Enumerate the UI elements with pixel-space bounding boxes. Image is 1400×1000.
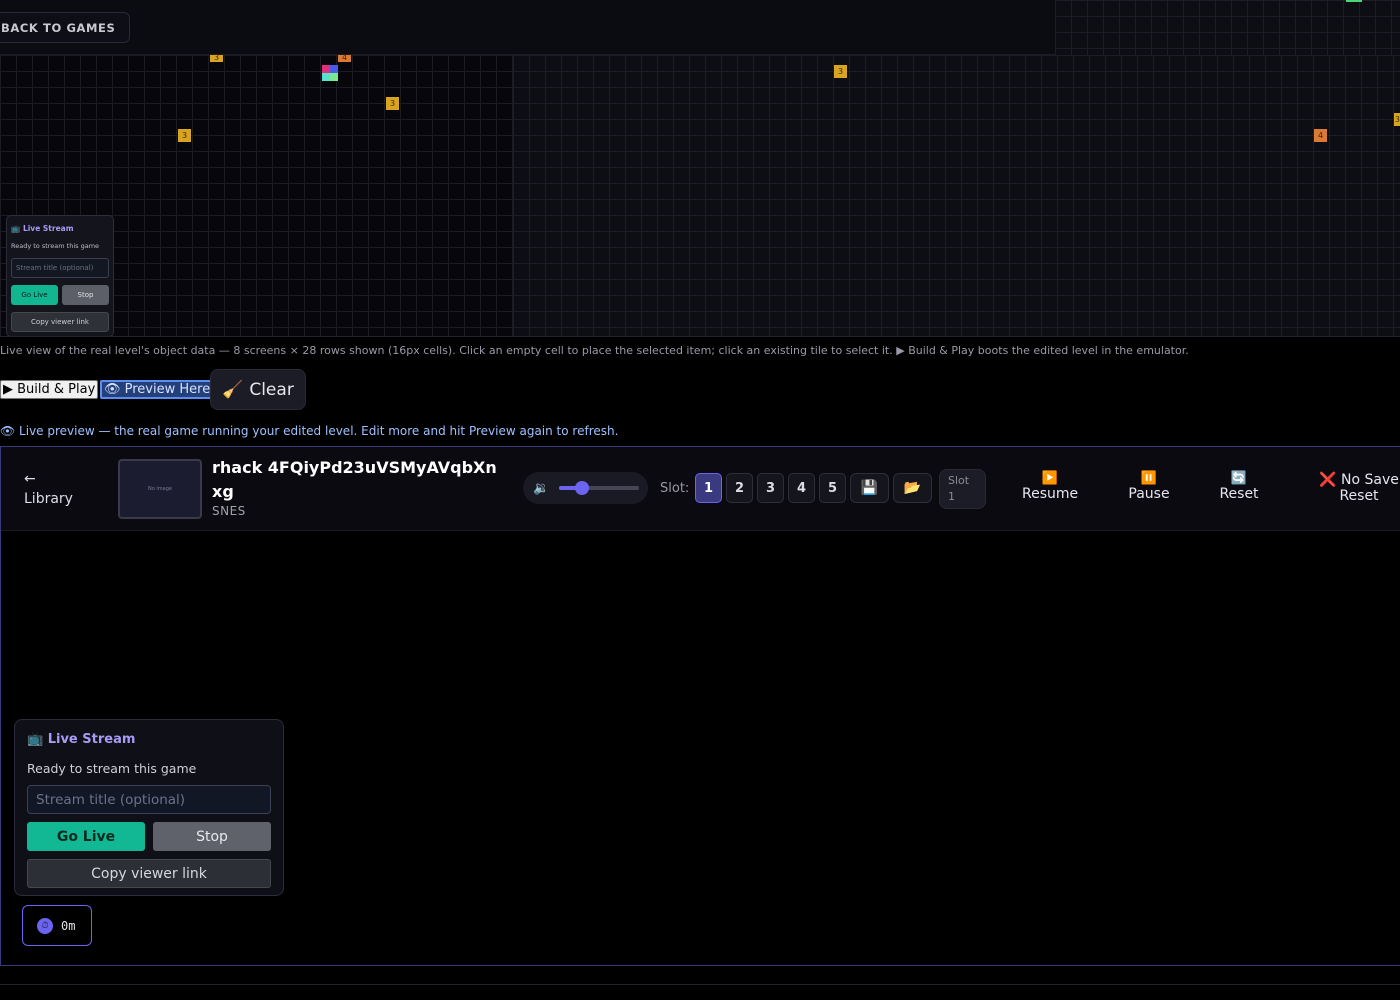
player-sprite-tile[interactable] — [322, 65, 338, 81]
copy-viewer-link-button[interactable]: Copy viewer link — [27, 859, 271, 888]
broom-icon: 🧹 — [222, 379, 244, 400]
preview-here-button[interactable]: 👁 Preview Here — [100, 380, 215, 399]
no-save-reset-button[interactable]: ❌ No Save Reset — [1317, 472, 1400, 504]
timer-icon: ⏱ — [37, 917, 53, 934]
level-tile[interactable]: 3 — [834, 65, 847, 78]
slot-3-button[interactable]: 3 — [757, 473, 784, 503]
level-tile[interactable]: 3 — [210, 53, 223, 62]
player-toolbar: ← Library No image rhack 4FQiyPd23uVSMyA… — [1, 447, 1400, 531]
level-grid[interactable] — [513, 55, 1400, 336]
slot-5-button[interactable]: 5 — [819, 473, 846, 503]
pause-icon: ⏸️ — [1140, 471, 1158, 486]
resume-button[interactable]: ▶️ Resume — [1022, 471, 1078, 503]
divider — [0, 984, 1400, 985]
mini-stream-status: Ready to stream this game — [11, 242, 100, 250]
level-tile[interactable]: 3 — [1394, 113, 1400, 126]
editor-topbar: BACK TO GAMES — [0, 0, 1055, 55]
pause-label: Pause — [1128, 486, 1170, 502]
game-title: rhack 4FQiyPd23uVSMyAVqbXnxg — [212, 458, 497, 501]
go-live-button[interactable]: Go Live — [27, 822, 145, 851]
slot-1-button[interactable]: 1 — [695, 473, 722, 503]
slot-2-button[interactable]: 2 — [726, 473, 753, 503]
mini-stream-title-input[interactable]: Stream title (optional) — [11, 258, 109, 278]
level-tile[interactable]: 4 — [338, 53, 351, 62]
editor-help-text: Live view of the real level's object dat… — [0, 344, 1189, 357]
level-tile[interactable]: 3 — [178, 129, 191, 142]
reset-label: Reset — [1219, 486, 1259, 502]
mini-stop-button[interactable]: Stop — [62, 285, 109, 305]
cross-icon: ❌ — [1319, 472, 1337, 488]
open-folder-icon: 📂 — [903, 480, 922, 496]
game-system: SNES — [212, 504, 246, 518]
save-state-button[interactable]: 💾 — [850, 473, 889, 503]
clear-button[interactable]: 🧹 Clear — [210, 369, 306, 410]
mini-live-stream-panel: 📺 Live Stream Ready to stream this game … — [6, 215, 114, 336]
reset-button[interactable]: 🔄 Reset — [1218, 471, 1260, 503]
back-to-games-button[interactable]: BACK TO GAMES — [0, 12, 131, 43]
volume-knob[interactable] — [575, 481, 590, 495]
level-tile[interactable]: 4 — [1314, 129, 1327, 142]
pause-button[interactable]: ⏸️ Pause — [1127, 471, 1171, 503]
slot-select[interactable]: Slot 1 — [939, 469, 986, 509]
preview-note: 👁 Live preview — the real game running y… — [0, 424, 619, 438]
floppy-disk-icon: 💾 — [860, 480, 879, 496]
emulator-panel: ← Library No image rhack 4FQiyPd23uVSMyA… — [0, 446, 1400, 966]
refresh-icon: 🔄 — [1230, 471, 1248, 486]
resume-label: Resume — [1022, 486, 1079, 502]
stream-status-text: Ready to stream this game — [27, 761, 197, 776]
level-tile[interactable]: 3 — [386, 97, 399, 110]
stream-title-input[interactable] — [27, 785, 271, 814]
library-link[interactable]: ← Library — [24, 469, 73, 509]
clear-label: Clear — [249, 379, 294, 400]
volume-slider[interactable] — [559, 481, 640, 495]
load-state-button[interactable]: 📂 — [893, 473, 932, 503]
mini-copy-link-button[interactable]: Copy viewer link — [11, 312, 109, 332]
volume-control[interactable]: 🔉 — [523, 472, 648, 504]
mini-go-live-button[interactable]: Go Live — [11, 285, 58, 305]
level-grid-top-right[interactable] — [1055, 0, 1400, 55]
game-cover-image: No image — [118, 459, 202, 519]
slot-4-button[interactable]: 4 — [788, 473, 815, 503]
volume-icon[interactable]: 🔉 — [533, 481, 549, 496]
live-stream-title: 📺 Live Stream — [27, 732, 136, 747]
live-stream-panel: 📺 Live Stream Ready to stream this game … — [14, 719, 284, 896]
play-timer[interactable]: ⏱ 0m — [22, 905, 92, 946]
slot-select-label: Slot — [948, 474, 970, 487]
tile-marker — [1346, 0, 1362, 2]
slot-label: Slot: — [660, 481, 690, 496]
mini-stream-title: 📺 Live Stream — [11, 224, 74, 233]
stop-stream-button[interactable]: Stop — [153, 822, 271, 851]
slot-select-value: 1 — [948, 490, 955, 503]
play-icon: ▶️ — [1041, 471, 1059, 486]
back-arrow-icon: ← — [24, 471, 36, 487]
build-and-play-button[interactable]: ▶ Build & Play — [0, 380, 99, 399]
library-label: Library — [24, 491, 73, 507]
timer-value: 0m — [61, 918, 76, 933]
level-editor: BACK TO GAMES 3 4 3 3 3 4 3 📺 Live Strea… — [0, 0, 1400, 337]
no-save-reset-label: No Save Reset — [1339, 472, 1399, 504]
